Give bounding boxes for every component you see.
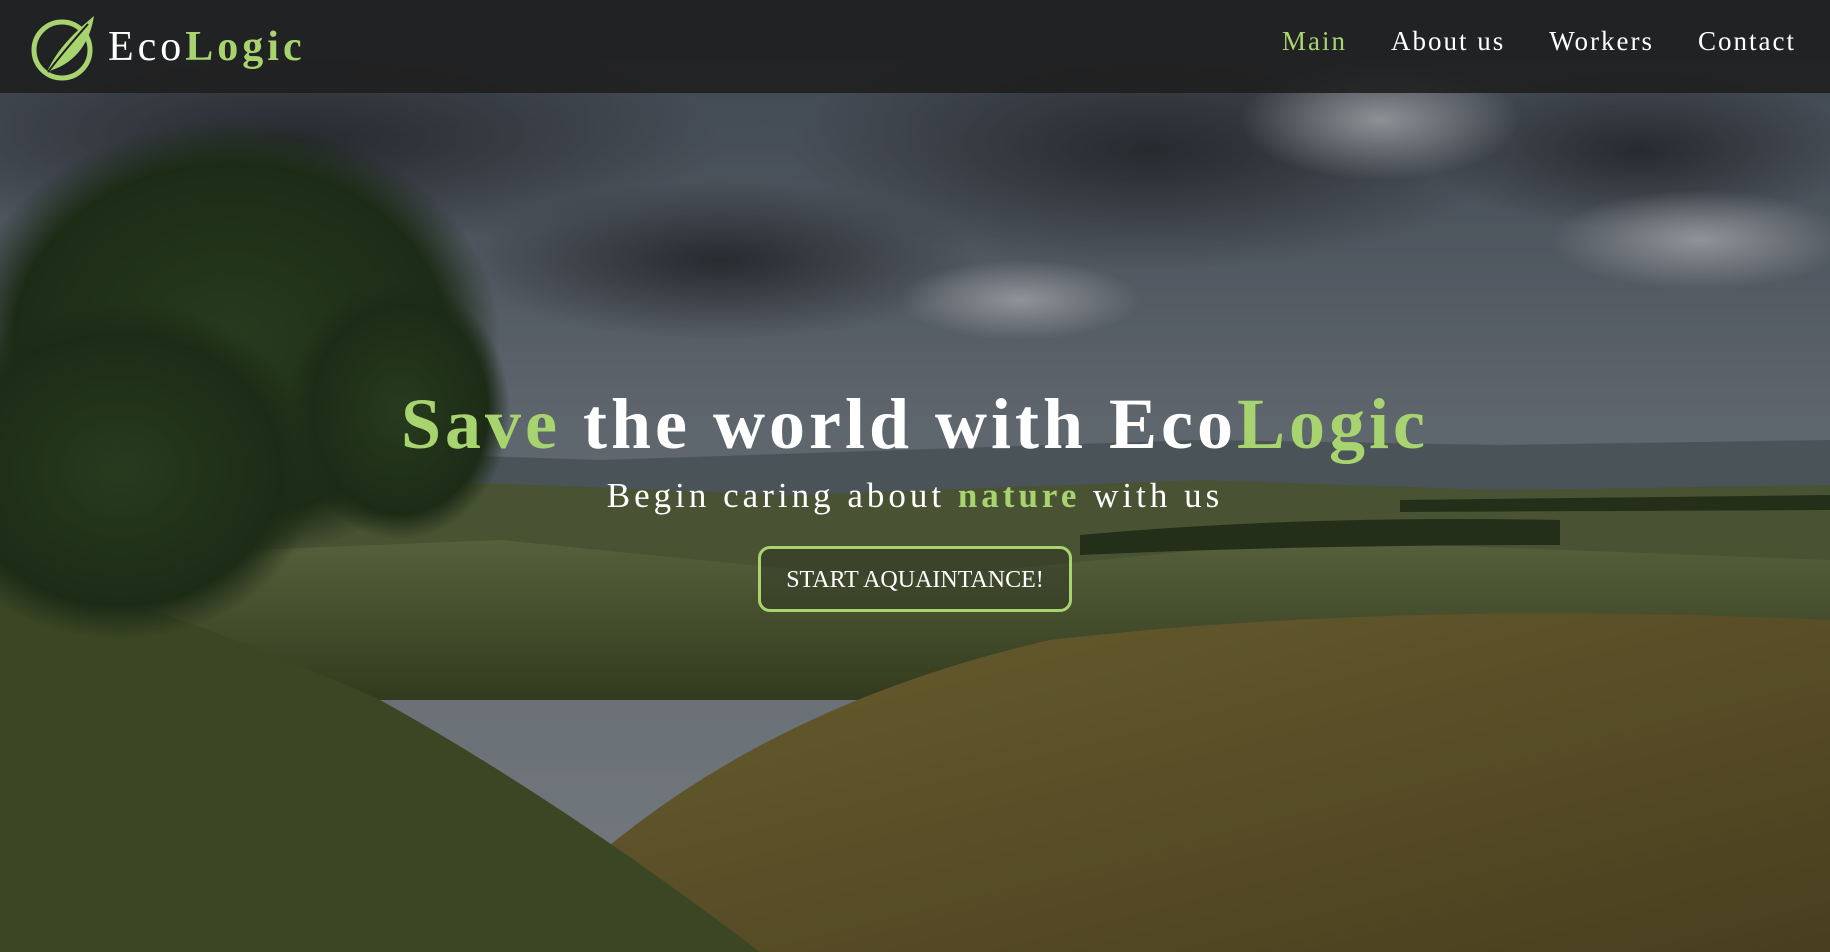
hero-content: Save the world with EcoLogic Begin carin… bbox=[0, 380, 1830, 612]
leaf-circle-icon bbox=[31, 16, 94, 81]
nav-item-workers[interactable]: Workers bbox=[1549, 26, 1654, 57]
hero-subheadline: Begin caring about nature with us bbox=[0, 474, 1830, 518]
headline-middle: the world with Eco bbox=[561, 384, 1237, 464]
brand-name: EcoLogic bbox=[108, 23, 306, 71]
brand-logo[interactable]: EcoLogic bbox=[30, 8, 306, 86]
start-acquaintance-button[interactable]: START AQUAINTANCE! bbox=[758, 546, 1072, 612]
top-navbar: EcoLogic Main About us Workers Contact bbox=[0, 0, 1830, 93]
subline-accent: nature bbox=[957, 476, 1081, 515]
nav-item-about-us[interactable]: About us bbox=[1391, 26, 1505, 57]
brand-name-accent: Logic bbox=[185, 24, 306, 70]
main-nav: Main About us Workers Contact bbox=[1282, 26, 1796, 57]
subline-after: with us bbox=[1080, 476, 1224, 515]
brand-name-prefix: Eco bbox=[108, 24, 186, 70]
headline-brand-accent: Logic bbox=[1237, 384, 1429, 464]
hero-headline: Save the world with EcoLogic bbox=[0, 380, 1830, 468]
nav-item-contact[interactable]: Contact bbox=[1698, 26, 1796, 57]
nav-item-main[interactable]: Main bbox=[1282, 26, 1347, 57]
headline-accent: Save bbox=[401, 384, 562, 464]
subline-before: Begin caring about bbox=[606, 476, 958, 515]
